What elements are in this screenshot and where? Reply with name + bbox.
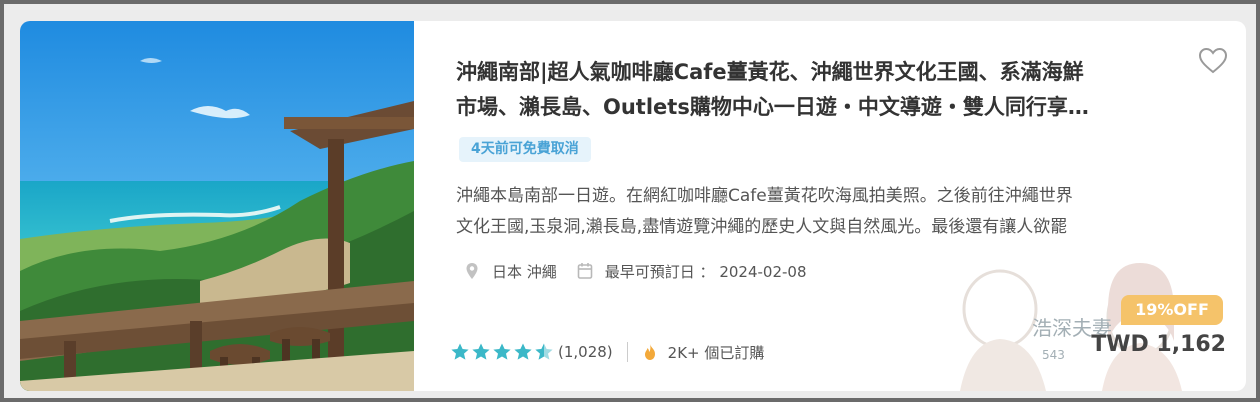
star-icon [493, 343, 511, 360]
star-icon [451, 343, 469, 360]
divider [626, 342, 628, 362]
rating-stars [450, 342, 554, 362]
product-title[interactable]: 沖繩南部|超人氣咖啡廳Cafe薑黃花、沖繩世界文化王國、系滿海鮮 市場、瀨長島、… [456, 55, 1176, 125]
hero-photo-okinawa-cafe [20, 21, 414, 391]
rating-count: (1,028) [558, 343, 613, 361]
price: TWD 1,162 [1091, 332, 1226, 357]
earliest-date-text: 最早可預訂日 ： 2024-02-08 [604, 262, 807, 281]
heart-outline-icon[interactable] [1198, 47, 1228, 75]
page-frame: 沖繩南部|超人氣咖啡廳Cafe薑黃花、沖繩世界文化王國、系滿海鮮 市場、瀨長島、… [4, 4, 1256, 398]
star-icon [514, 343, 532, 360]
card-content: 沖繩南部|超人氣咖啡廳Cafe薑黃花、沖繩世界文化王國、系滿海鮮 市場、瀨長島、… [414, 21, 1246, 391]
title-line-2[interactable]: 市場、瀨長島、Outlets購物中心一日遊・中文導遊・雙人同行享… [456, 90, 1176, 125]
product-meta: 日本 沖繩 最早可預訂日 ： 2024-02-08 [464, 260, 807, 282]
location-pin-icon [464, 262, 480, 280]
hero-image[interactable] [20, 21, 414, 391]
booked-count: 2K+ 個已訂購 [667, 343, 765, 362]
watermark-sub: 543 [1042, 348, 1065, 362]
fire-icon [642, 343, 658, 361]
product-card[interactable]: 沖繩南部|超人氣咖啡廳Cafe薑黃花、沖繩世界文化王國、系滿海鮮 市場、瀨長島、… [20, 21, 1246, 391]
rating-row: (1,028) 2K+ 個已訂購 [450, 340, 764, 364]
product-description: 沖繩本島南部一日遊。在網紅咖啡廳Cafe薑黃花吹海風拍美照。之後前往沖繩世界 文… [456, 181, 1186, 243]
discount-badge: 19%OFF [1121, 295, 1223, 325]
calendar-icon [577, 262, 593, 280]
location-text: 日本 沖繩 [492, 262, 557, 281]
half-star-icon [535, 343, 553, 360]
title-line-1[interactable]: 沖繩南部|超人氣咖啡廳Cafe薑黃花、沖繩世界文化王國、系滿海鮮 [456, 55, 1176, 90]
free-cancellation-badge: 4天前可免費取消 [459, 137, 591, 162]
desc-line-1: 沖繩本島南部一日遊。在網紅咖啡廳Cafe薑黃花吹海風拍美照。之後前往沖繩世界 [456, 186, 1073, 206]
star-icon [472, 343, 490, 360]
